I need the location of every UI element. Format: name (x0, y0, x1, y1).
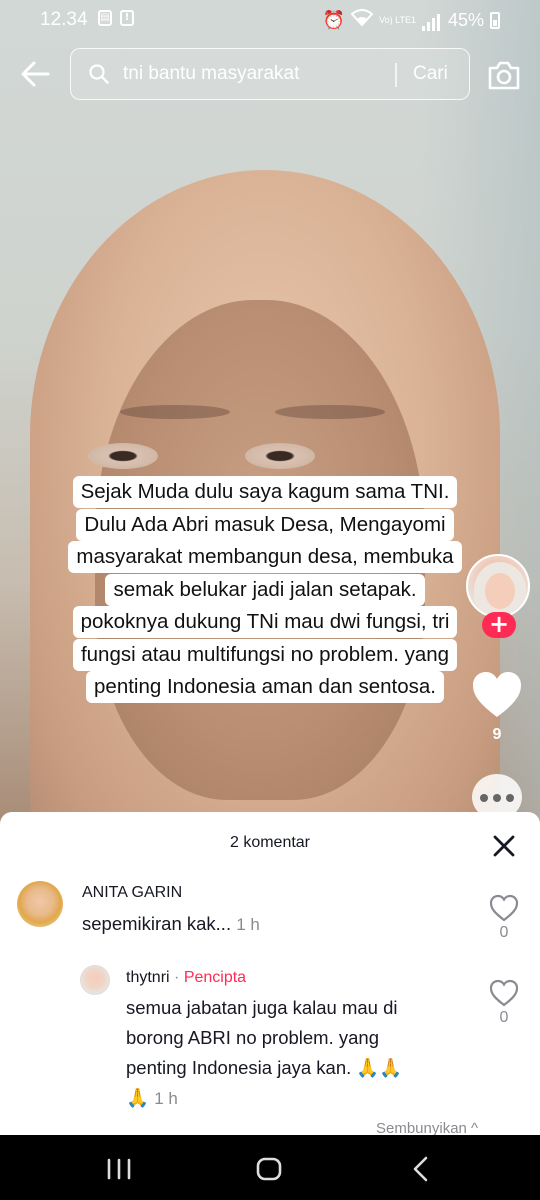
back-icon[interactable] (406, 1155, 436, 1183)
reply-separator: · (174, 969, 180, 986)
alert-notification-icon: ! (120, 10, 134, 26)
comment-time: 1 h (236, 915, 260, 934)
caption-line: semak belukar jadi jalan setapak. (105, 573, 425, 606)
caption-line: masyarakat membangun desa, membuka (68, 541, 462, 573)
system-nav-bar (0, 1135, 540, 1200)
heart-outline-icon[interactable] (489, 979, 519, 1007)
search-submit-button[interactable]: Cari (413, 63, 448, 85)
comment-like-count: 0 (499, 924, 509, 941)
search-icon (89, 64, 109, 84)
signal-icon (421, 10, 442, 31)
reply-username[interactable]: thytnri (126, 969, 170, 986)
search-divider (395, 63, 397, 87)
network-label: Vo) LTE1 (379, 15, 416, 25)
search-bar[interactable]: tni bantu masyarakat Cari (70, 48, 470, 100)
caption-line: penting Indonesia aman dan sentosa. (86, 671, 444, 703)
caption-line: Dulu Ada Abri masuk Desa, Mengayomi (76, 508, 454, 541)
reply-text: semua jabatan juga kalau mau di borong A… (126, 993, 476, 1114)
avatar[interactable] (17, 881, 63, 927)
reply-header: thytnri · Pencipta (126, 969, 246, 987)
media-notification-icon: ▤ (98, 10, 112, 26)
recents-icon[interactable] (104, 1155, 134, 1183)
alarm-icon: ⏰ (322, 10, 346, 30)
reply-time: 1 h (154, 1089, 178, 1108)
heart-outline-icon[interactable] (489, 894, 519, 922)
video-player[interactable]: 12.34 ▤ ! ⏰ Vo) LTE1 45% tni bantu masya… (0, 0, 540, 830)
wifi-icon (350, 9, 374, 32)
follow-plus-button[interactable]: + (482, 612, 516, 638)
caption-line: fungsi atau multifungsi no problem. yang (72, 638, 458, 671)
reply-line: borong ABRI no problem. yang (126, 1027, 379, 1048)
home-icon[interactable] (254, 1155, 284, 1183)
search-query[interactable]: tni bantu masyarakat (123, 63, 299, 85)
caption-line: Sejak Muda dulu saya kagum sama TNI. (72, 476, 458, 508)
video-subject-brow (275, 405, 385, 419)
avatar-face (485, 573, 515, 609)
notification-icons: ▤ ! (98, 10, 134, 26)
video-caption: Sejak Muda dulu saya kagum sama TNI. Dul… (30, 476, 500, 704)
caption-line: pokoknya dukung TNi mau dwi fungsi, tri (72, 606, 458, 638)
creator-avatar[interactable] (466, 554, 530, 618)
video-subject-eye (88, 443, 158, 469)
video-subject-eye (245, 443, 315, 469)
reply-like-count: 0 (499, 1009, 509, 1026)
close-icon[interactable] (490, 832, 518, 860)
creator-badge: Pencipta (183, 969, 247, 986)
battery-icon (490, 12, 500, 29)
reply-line: 🙏 (126, 1087, 150, 1108)
reply-line: semua jabatan juga kalau mau di (126, 997, 398, 1018)
comment-body: sepemikiran kak... (82, 913, 232, 934)
status-time: 12.34 (40, 9, 88, 30)
comments-title: 2 komentar (229, 834, 311, 851)
battery-percent: 45% (447, 10, 484, 30)
status-bar: 12.34 ▤ ! ⏰ Vo) LTE1 45% (0, 0, 540, 40)
camera-icon[interactable] (486, 58, 522, 92)
arrow-left-icon[interactable] (18, 56, 54, 92)
video-subject-brow (120, 405, 230, 419)
like-count: 9 (492, 726, 502, 743)
status-right: ⏰ Vo) LTE1 45% (323, 9, 500, 32)
comment-username[interactable]: ANITA GARIN (82, 884, 182, 902)
avatar[interactable] (80, 965, 110, 995)
reply-line: penting Indonesia jaya kan. 🙏🙏 (126, 1057, 403, 1078)
heart-icon[interactable] (470, 670, 524, 720)
comment-text: sepemikiran kak... 1 h (82, 909, 260, 940)
